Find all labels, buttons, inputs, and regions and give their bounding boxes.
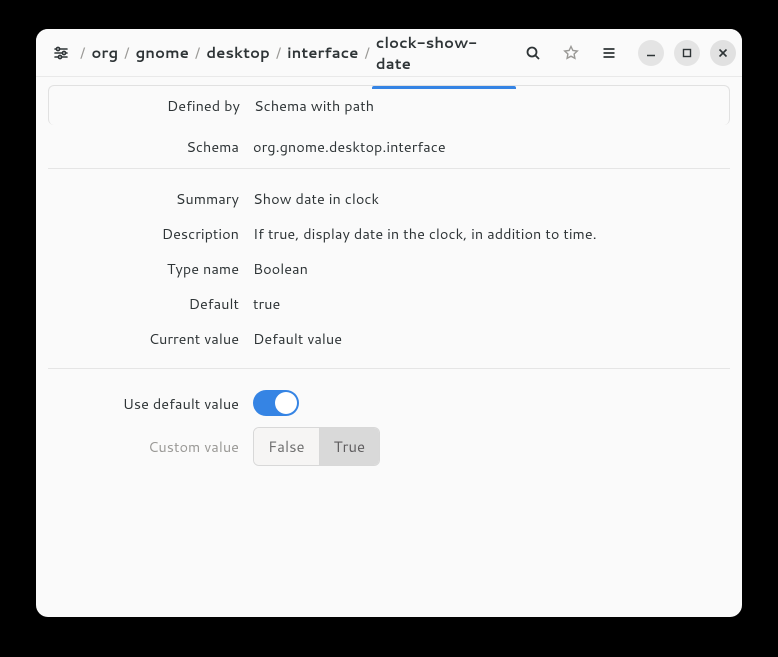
custom-value-true[interactable]: True [319,428,379,465]
maximize-button[interactable] [674,40,700,66]
breadcrumb-item-clock-show-date[interactable]: clock-show-date [374,32,514,88]
custom-value-segmented: False True [253,427,380,466]
row-use-default: Use default value [48,383,730,423]
breadcrumb-separator: / [120,42,133,63]
value-description: If true, display date in the clock, in a… [253,223,730,244]
star-icon[interactable] [554,36,588,70]
window: / org / gnome / desktop / interface / cl… [36,29,742,617]
breadcrumb: / org / gnome / desktop / interface / cl… [76,32,514,74]
section-definition: Defined by Schema with path [48,85,730,125]
value-current-value: Default value [253,328,730,349]
use-default-switch[interactable] [253,390,299,416]
section-schema: Schema org.gnome.desktop.interface [48,125,730,169]
breadcrumb-separator: / [360,42,373,63]
value-type-name: Boolean [253,258,730,279]
value-default: true [253,293,730,314]
row-custom-value: Custom value False True [48,423,730,469]
label-defined-by: Defined by [49,95,254,116]
close-button[interactable] [710,40,736,66]
breadcrumb-separator: / [272,42,285,63]
custom-value-false[interactable]: False [254,428,319,465]
row-default: Default true [48,286,730,321]
content-area: Defined by Schema with path Schema org.g… [36,77,742,617]
label-schema: Schema [48,136,253,157]
row-schema: Schema org.gnome.desktop.interface [48,129,730,164]
switch-knob [275,392,297,414]
row-description: Description If true, display date in the… [48,216,730,251]
label-type-name: Type name [48,258,253,279]
section-controls: Use default value Custom value False Tru… [48,369,730,483]
value-schema: org.gnome.desktop.interface [253,136,730,157]
label-current-value: Current value [48,328,253,349]
section-details: Summary Show date in clock Description I… [48,169,730,369]
row-type-name: Type name Boolean [48,251,730,286]
breadcrumb-separator: / [76,42,89,63]
breadcrumb-item-org[interactable]: org [89,42,120,63]
breadcrumb-separator: / [191,42,204,63]
minimize-button[interactable] [638,40,664,66]
label-custom-value: Custom value [48,436,253,457]
breadcrumb-item-interface[interactable]: interface [285,42,360,63]
value-defined-by: Schema with path [254,95,729,116]
row-summary: Summary Show date in clock [48,181,730,216]
label-description: Description [48,223,253,244]
label-use-default: Use default value [48,393,253,414]
row-defined-by: Defined by Schema with path [49,88,729,123]
row-current-value: Current value Default value [48,321,730,356]
search-icon[interactable] [516,36,550,70]
menu-icon[interactable] [592,36,626,70]
label-summary: Summary [48,188,253,209]
breadcrumb-item-desktop[interactable]: desktop [204,42,272,63]
value-summary: Show date in clock [253,188,730,209]
settings-icon[interactable] [50,36,72,70]
breadcrumb-item-gnome[interactable]: gnome [133,42,190,63]
headerbar: / org / gnome / desktop / interface / cl… [36,29,742,77]
label-default: Default [48,293,253,314]
